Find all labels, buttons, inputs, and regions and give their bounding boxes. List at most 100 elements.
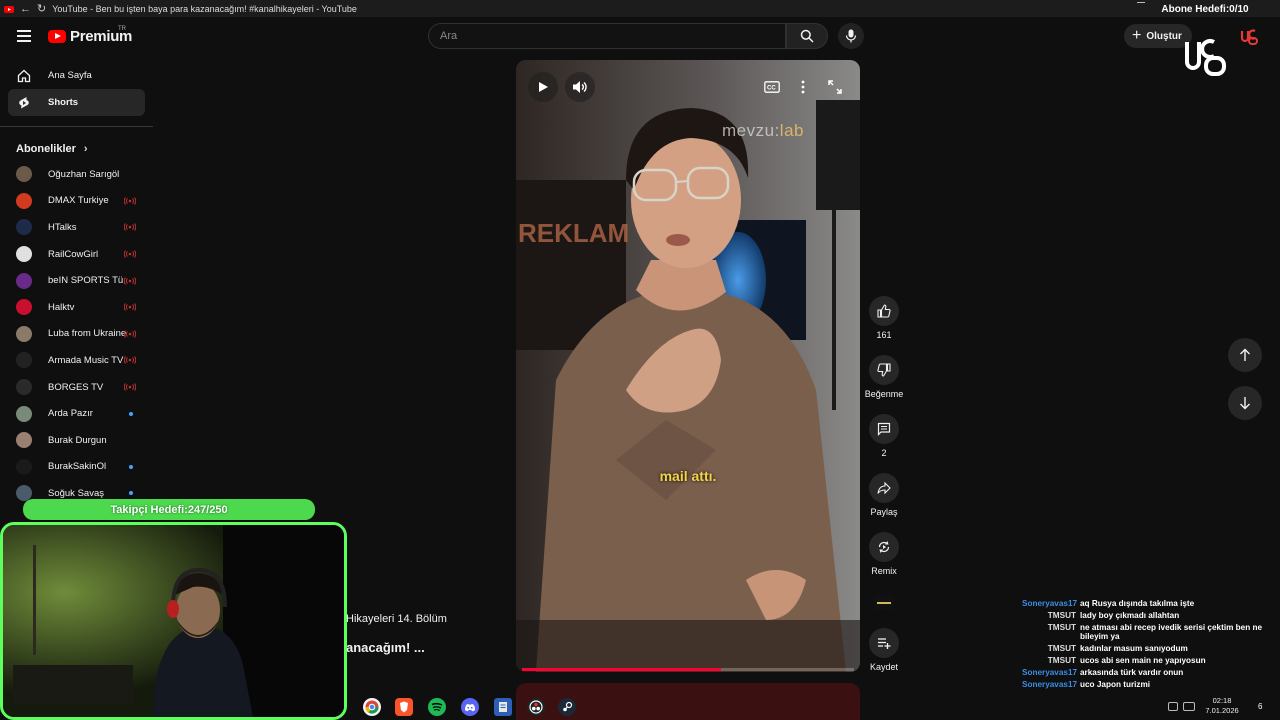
save-action[interactable]: Kaydet (864, 628, 904, 672)
live-icon (124, 303, 136, 312)
youtube-logo[interactable]: Premium TR (48, 26, 132, 45)
subscription-item[interactable]: HTalks (0, 214, 155, 241)
comments-action[interactable]: 2 (864, 414, 904, 458)
channel-thumbnail[interactable] (874, 596, 894, 610)
obs-icon[interactable] (527, 698, 545, 716)
shorts-player[interactable]: REKLAM CC mevzu:lab mail attı. (516, 60, 860, 672)
subscription-item[interactable]: RailCowGirl (0, 241, 155, 268)
subscription-item[interactable]: BurakSakinOl (0, 454, 155, 481)
comments-button[interactable] (869, 414, 899, 444)
channel-name: Burak Durgun (48, 434, 107, 446)
chrome-icon[interactable] (363, 698, 381, 716)
chat-username[interactable]: TMSUT (1022, 656, 1080, 665)
progress-bar[interactable] (522, 668, 854, 671)
captions-button[interactable]: CC (762, 78, 782, 96)
background-video-title[interactable]: Hikayeleri 14. Bölüm (346, 613, 447, 625)
dislike-label: Beğenme (864, 389, 904, 399)
minimize-icon[interactable] (1137, 2, 1145, 3)
voice-search-button[interactable] (838, 23, 864, 49)
next-short-button[interactable] (1228, 386, 1262, 420)
plus-icon: + (1132, 27, 1142, 44)
subscription-item[interactable]: beIN SPORTS Tü... (0, 267, 155, 294)
like-button[interactable] (869, 296, 899, 326)
subscription-item[interactable]: DMAX Turkiye (0, 188, 155, 215)
youtube-play-icon (48, 30, 66, 43)
channel-name: RailCowGirl (48, 248, 99, 260)
chat-text: arkasında türk vardır onun (1080, 668, 1184, 678)
channel-avatar (16, 272, 32, 289)
live-icon (124, 250, 136, 258)
save-button[interactable] (869, 628, 899, 658)
file-explorer-icon[interactable] (494, 698, 512, 716)
more-options-button[interactable] (796, 78, 810, 96)
like-count: 161 (876, 330, 892, 340)
play-button[interactable] (528, 72, 558, 102)
sidebar-item-shorts[interactable]: Shorts (8, 89, 145, 116)
network-icon[interactable] (1168, 702, 1178, 711)
comment-count: 2 (881, 448, 887, 458)
remix-action[interactable]: Remix (864, 532, 904, 576)
reload-icon[interactable]: ↻ (37, 2, 46, 15)
subscription-item[interactable]: Arda Pazır (0, 400, 155, 427)
channel-avatar (16, 246, 32, 263)
channel-name: beIN SPORTS Tü... (48, 275, 126, 287)
new-content-dot (129, 411, 133, 416)
chat-username[interactable]: Soneryavas17 (1022, 681, 1080, 689)
create-button[interactable]: + Oluştur (1124, 24, 1192, 48)
discord-icon[interactable] (461, 698, 479, 716)
dislike-action[interactable]: Beğenme (864, 355, 904, 399)
subscription-list: Oğuzhan Sarıgöl DMAX Turkiye HTalks RailCow… (0, 161, 155, 507)
steam-icon[interactable] (558, 698, 576, 716)
back-icon[interactable]: ← (20, 3, 31, 15)
live-icon (124, 383, 136, 391)
keyboard-icon[interactable] (1183, 702, 1195, 711)
chat-message: Soneryavas17 arkasında türk vardır onun (1022, 669, 1274, 677)
menu-icon[interactable] (17, 30, 31, 42)
chat-username[interactable]: TMSUT (1022, 624, 1080, 640)
subscription-item[interactable]: Oğuzhan Sarıgöl (0, 161, 155, 188)
notification-count[interactable]: 6 (1258, 702, 1262, 711)
channel-avatar-icon[interactable] (1240, 27, 1258, 45)
search-button[interactable] (786, 23, 828, 49)
search-icon (800, 29, 814, 43)
remix-button[interactable] (869, 532, 899, 562)
subscription-item[interactable]: Burak Durgun (0, 427, 155, 454)
subscriptions-header[interactable]: Abonelikler › (0, 137, 155, 161)
remix-label: Remix (871, 566, 897, 576)
chat-username[interactable]: Soneryavas17 (1022, 669, 1080, 677)
chat-text: ucos abi sen main ne yapıyosun (1080, 656, 1206, 666)
previous-short-button[interactable] (1228, 338, 1262, 372)
channel-avatar (16, 352, 32, 369)
search-box[interactable] (428, 23, 786, 49)
subscription-item[interactable]: BORGES TV (0, 374, 155, 401)
stream-chat: Soneryavas17 aq Rusya dışında takılma işt… (1022, 599, 1274, 694)
channel-avatar (16, 325, 32, 342)
channel-avatar (16, 379, 32, 396)
chat-username[interactable]: Soneryavas17 (1022, 599, 1080, 608)
share-button[interactable] (869, 473, 899, 503)
like-action[interactable]: 161 (864, 296, 904, 340)
chat-text: aq Rusya dışında takılma işte (1080, 599, 1195, 608)
chat-message: Soneryavas17 aq Rusya dışında takılma işt… (1022, 599, 1274, 608)
playlist-add-icon (878, 638, 891, 649)
subscriptions-title: Abonelikler (16, 143, 76, 155)
subscription-item[interactable]: Luba from Ukraine (0, 321, 155, 348)
subscription-item[interactable]: Armada Music TV (0, 347, 155, 374)
taskbar-clock[interactable]: 02:18 7.01.2026 (1200, 696, 1244, 716)
thumbs-down-icon (877, 363, 891, 377)
share-action[interactable]: Paylaş (864, 473, 904, 517)
volume-button[interactable] (565, 72, 595, 102)
brave-icon[interactable] (395, 698, 413, 716)
fullscreen-button[interactable] (826, 78, 844, 96)
channel-name: Soğuk Savaş (48, 487, 104, 499)
current-video-title[interactable]: anacağım! ... (346, 640, 425, 655)
sidebar-item-home[interactable]: Ana Sayfa (0, 62, 155, 89)
search-input[interactable] (440, 30, 785, 42)
chat-username[interactable]: TMSUT (1022, 611, 1080, 620)
spotify-icon[interactable] (428, 698, 446, 716)
subscription-item[interactable]: Halktv (0, 294, 155, 321)
share-icon (877, 481, 891, 495)
chat-username[interactable]: TMSUT (1022, 644, 1080, 653)
dislike-button[interactable] (869, 355, 899, 385)
webcam-feed (3, 525, 344, 717)
